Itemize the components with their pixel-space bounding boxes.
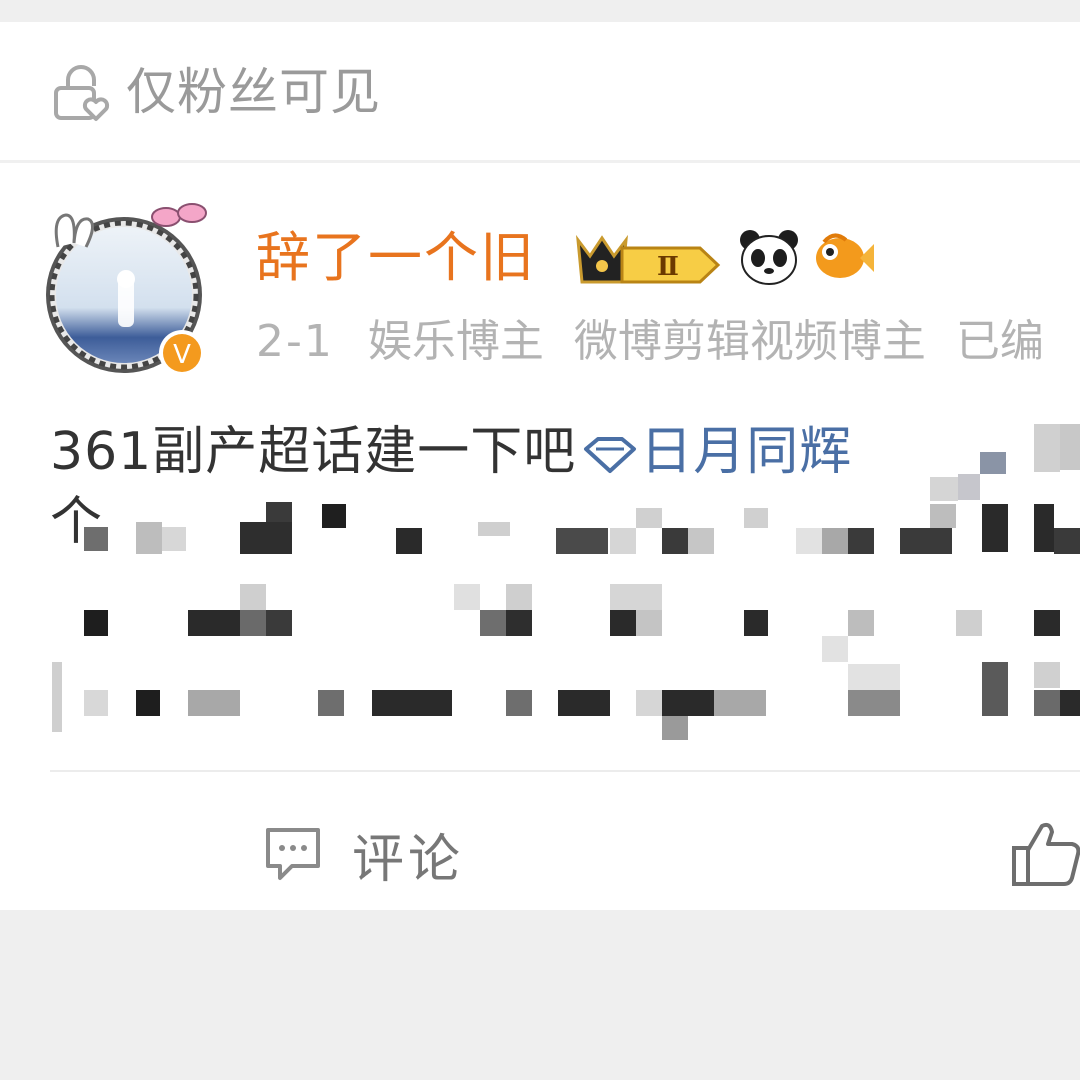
- pixelated-redaction: [52, 424, 1080, 740]
- thumbs-up-icon: [1012, 822, 1080, 886]
- comment-label: 评论: [352, 829, 465, 890]
- post-card: 仅粉丝可见 V 辞了一个旧 Ⅱ 2-1 娱乐博主 微博剪辑视频博主 已编 361…: [0, 22, 1080, 910]
- actions-divider: [50, 770, 1080, 772]
- like-button[interactable]: [1008, 814, 1080, 894]
- comment-button[interactable]: 评论: [262, 814, 464, 894]
- comment-bubble-icon: [266, 828, 320, 880]
